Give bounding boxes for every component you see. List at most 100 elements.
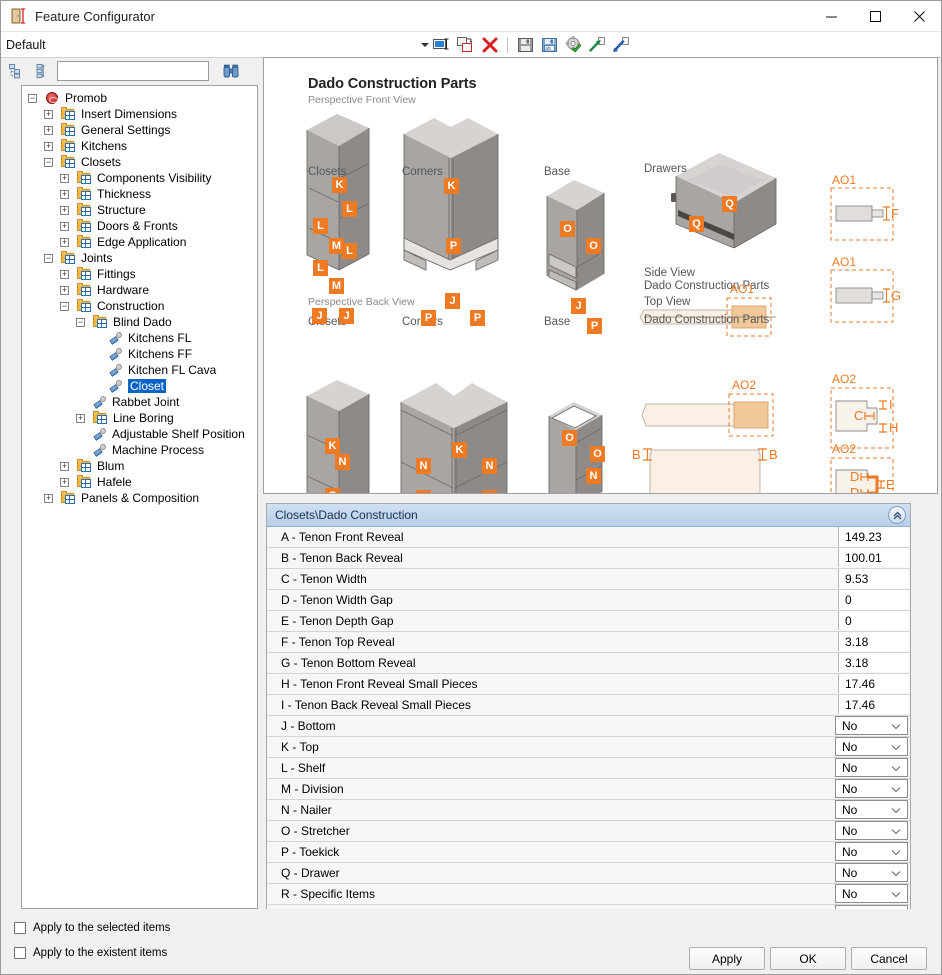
- property-row[interactable]: L - Shelf No: [267, 758, 910, 779]
- minimize-button[interactable]: [809, 1, 853, 31]
- save-as-icon[interactable]: ab: [539, 34, 560, 55]
- duplicate-icon[interactable]: [455, 34, 476, 55]
- chevron-down-icon[interactable]: [891, 803, 901, 817]
- chevron-down-icon[interactable]: [891, 866, 901, 880]
- collapse-icon[interactable]: −: [76, 317, 85, 327]
- chevron-down-icon[interactable]: [891, 740, 901, 754]
- chevron-up-icon[interactable]: [888, 506, 906, 524]
- tree-item-general-settings[interactable]: + General Settings: [22, 122, 257, 138]
- tree-item-fittings[interactable]: + Fittings: [22, 266, 257, 282]
- tree-item-doors-fronts[interactable]: + Doors & Fronts: [22, 218, 257, 234]
- cancel-button[interactable]: Cancel: [851, 947, 927, 970]
- property-value-field[interactable]: 3.18: [838, 632, 908, 651]
- tree-item-components-visibility[interactable]: + Components Visibility: [22, 170, 257, 186]
- expand-icon[interactable]: +: [60, 189, 69, 199]
- property-row[interactable]: D - Tenon Width Gap 0: [267, 590, 910, 611]
- tree-item-construction[interactable]: − Construction: [22, 298, 257, 314]
- expand-icon[interactable]: +: [44, 493, 53, 503]
- tree-item-machine-process[interactable]: Machine Process: [22, 442, 257, 458]
- property-row[interactable]: S - Back Panel Yes: [267, 905, 910, 909]
- tree-item-closet[interactable]: Closet: [22, 378, 257, 394]
- ok-button[interactable]: OK: [770, 947, 846, 970]
- property-row[interactable]: M - Division No: [267, 779, 910, 800]
- property-select[interactable]: No: [835, 800, 908, 819]
- apply-existent-checkbox[interactable]: [14, 947, 26, 959]
- chevron-down-icon[interactable]: [891, 908, 901, 910]
- property-select[interactable]: No: [835, 758, 908, 777]
- expand-icon[interactable]: +: [60, 461, 69, 471]
- chevron-down-icon[interactable]: [891, 761, 901, 775]
- property-row[interactable]: E - Tenon Depth Gap 0: [267, 611, 910, 632]
- property-row[interactable]: K - Top No: [267, 737, 910, 758]
- property-row[interactable]: A - Tenon Front Reveal 149.23: [267, 527, 910, 548]
- property-row[interactable]: C - Tenon Width 9.53: [267, 569, 910, 590]
- expand-all-icon[interactable]: [6, 60, 28, 82]
- property-row[interactable]: P - Toekick No: [267, 842, 910, 863]
- collapse-icon[interactable]: −: [28, 93, 37, 103]
- tree-item-structure[interactable]: + Structure: [22, 202, 257, 218]
- chevron-down-icon[interactable]: [891, 887, 901, 901]
- property-value-field[interactable]: 9.53: [838, 569, 908, 588]
- apply-button[interactable]: Apply: [689, 947, 765, 970]
- profile-combobox-value[interactable]: Default: [6, 38, 46, 52]
- property-value-field[interactable]: 3.18: [838, 653, 908, 672]
- chevron-down-icon[interactable]: [421, 43, 429, 47]
- property-value-field[interactable]: 0: [838, 611, 908, 630]
- property-value-field[interactable]: 100.01: [838, 548, 908, 567]
- property-select[interactable]: No: [835, 779, 908, 798]
- expand-icon[interactable]: +: [76, 413, 85, 423]
- property-row[interactable]: I - Tenon Back Reveal Small Pieces 17.46: [267, 695, 910, 716]
- property-select[interactable]: No: [835, 884, 908, 903]
- expand-icon[interactable]: +: [60, 269, 69, 279]
- tree-item-kitchens-ff[interactable]: Kitchens FF: [22, 346, 257, 362]
- tree-item-blind-dado[interactable]: − Blind Dado: [22, 314, 257, 330]
- rename-icon[interactable]: [431, 34, 452, 55]
- expand-icon[interactable]: +: [60, 205, 69, 215]
- property-row[interactable]: Q - Drawer No: [267, 863, 910, 884]
- search-input[interactable]: [58, 62, 208, 80]
- tree-item-adjustable-shelf-position[interactable]: Adjustable Shelf Position: [22, 426, 257, 442]
- tree-item-hardware[interactable]: + Hardware: [22, 282, 257, 298]
- binoculars-icon[interactable]: [220, 60, 242, 82]
- maximize-button[interactable]: [853, 1, 897, 31]
- import-icon[interactable]: [611, 34, 632, 55]
- tree-item-edge-application[interactable]: + Edge Application: [22, 234, 257, 250]
- tree-item-hafele[interactable]: + Hafele: [22, 474, 257, 490]
- property-value-field[interactable]: 17.46: [838, 674, 908, 693]
- tree-item-rabbet-joint[interactable]: Rabbet Joint: [22, 394, 257, 410]
- property-select[interactable]: No: [835, 842, 908, 861]
- tree-item-kitchens[interactable]: + Kitchens: [22, 138, 257, 154]
- collapse-all-icon[interactable]: [31, 60, 53, 82]
- settings-tree[interactable]: − Promob + Insert Dimensions + General Settin…: [21, 85, 258, 909]
- expand-icon[interactable]: +: [60, 477, 69, 487]
- expand-icon[interactable]: +: [44, 109, 53, 119]
- tree-item-joints[interactable]: − Joints: [22, 250, 257, 266]
- tree-item-insert-dimensions[interactable]: + Insert Dimensions: [22, 106, 257, 122]
- expand-icon[interactable]: +: [44, 125, 53, 135]
- property-row[interactable]: O - Stretcher No: [267, 821, 910, 842]
- collapse-icon[interactable]: −: [44, 157, 53, 167]
- chevron-down-icon[interactable]: [891, 824, 901, 838]
- expand-icon[interactable]: +: [60, 237, 69, 247]
- property-value-field[interactable]: 17.46: [838, 695, 908, 714]
- collapse-icon[interactable]: −: [60, 301, 69, 311]
- collapse-icon[interactable]: −: [44, 253, 53, 263]
- apply-selected-checkbox[interactable]: [14, 922, 26, 934]
- expand-icon[interactable]: +: [60, 285, 69, 295]
- apply-existent-row[interactable]: Apply to the existent items: [14, 947, 167, 959]
- property-value-field[interactable]: 0: [838, 590, 908, 609]
- tree-item-closets[interactable]: − Closets: [22, 154, 257, 170]
- apply-selected-row[interactable]: Apply to the selected items: [14, 922, 170, 934]
- property-select[interactable]: No: [835, 863, 908, 882]
- export-icon[interactable]: [587, 34, 608, 55]
- tree-item-kitchen-fl-cava[interactable]: Kitchen FL Cava: [22, 362, 257, 378]
- tree-item-kitchens-fl[interactable]: Kitchens FL: [22, 330, 257, 346]
- property-row[interactable]: J - Bottom No: [267, 716, 910, 737]
- property-row[interactable]: B - Tenon Back Reveal 100.01: [267, 548, 910, 569]
- property-row[interactable]: F - Tenon Top Reveal 3.18: [267, 632, 910, 653]
- tree-item-panels-composition[interactable]: + Panels & Composition: [22, 490, 257, 506]
- close-button[interactable]: [897, 1, 941, 31]
- property-select[interactable]: No: [835, 737, 908, 756]
- chevron-down-icon[interactable]: [891, 719, 901, 733]
- chevron-down-icon[interactable]: [891, 845, 901, 859]
